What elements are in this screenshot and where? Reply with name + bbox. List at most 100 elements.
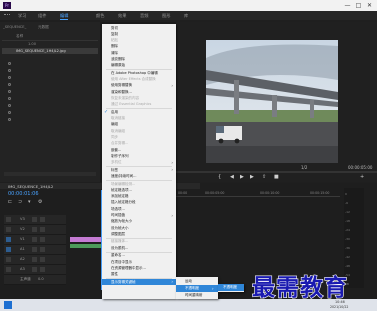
menu-item[interactable]: 渲染和替换... (102, 89, 176, 95)
snap-icon[interactable]: ⊏ (8, 199, 12, 205)
linked-select-icon[interactable]: ⊃ (18, 199, 22, 205)
track-header-v3[interactable]: V3 (4, 215, 66, 225)
submenu-item-motion[interactable]: 运动 (176, 278, 218, 285)
menu-item[interactable]: 设为帧大小 (102, 225, 176, 231)
step-forward-icon[interactable]: ▶ (250, 174, 254, 180)
ruler-label: 00:00 (178, 191, 188, 195)
menu-item[interactable]: 速度/持续时间... (102, 174, 176, 180)
menu-item[interactable]: 场选项... (102, 206, 176, 212)
visibility-icon[interactable] (8, 69, 11, 72)
start-icon[interactable] (4, 301, 12, 309)
audio-clip[interactable] (70, 244, 102, 248)
lift-icon[interactable]: ⇧ (262, 174, 266, 180)
menu-item[interactable]: 编辑原始 (102, 63, 176, 69)
checkmark-icon: ✓ (104, 108, 109, 115)
submenu-item-opacity-param[interactable]: 不透明度 (218, 284, 244, 291)
track-header-master[interactable]: 主声道 0.0 (4, 275, 66, 285)
track-header-a1[interactable]: A1 (4, 245, 66, 255)
menu-item[interactable]: 在项目中显示 (102, 259, 176, 265)
menu-item[interactable]: 标签 › (102, 167, 176, 173)
visibility-icon[interactable] (8, 97, 11, 100)
submenu-arrow-icon: › (171, 279, 173, 285)
menu-item[interactable]: 插入帧定格分段 (102, 200, 176, 206)
submenu-item-opacity[interactable]: 不透明度 › (176, 285, 218, 292)
project-item-row[interactable]: IMG_SEQUENCE_1H4JL2.jpg (2, 48, 98, 54)
workspace-effects[interactable]: 效果 (118, 11, 126, 20)
add-button-icon[interactable]: + (360, 174, 364, 180)
playhead-timecode[interactable]: 00:00:01:06 (8, 191, 39, 197)
metadata-tab[interactable]: 元数据 (38, 25, 49, 30)
workspace-editing[interactable]: 编辑 (60, 11, 69, 20)
marker-icon[interactable]: ▾ (28, 199, 31, 205)
play-icon[interactable]: ▶ (240, 174, 244, 180)
menu-item[interactable]: 制作子序列 (102, 153, 176, 159)
minimize-button[interactable]: — (343, 1, 352, 10)
menu-item[interactable]: 显示剪辑关键帧 › (102, 279, 176, 286)
menu-item[interactable]: 调整图层 (102, 231, 176, 237)
visibility-icon[interactable] (8, 83, 11, 86)
ruler-label: 00:00:15:00 (310, 191, 330, 195)
mark-in-icon[interactable]: { (218, 174, 221, 180)
workspace-graphics[interactable]: 图形 (162, 11, 170, 20)
meter-tick: -42 (345, 255, 350, 259)
opacity-submenu: 不透明度 (218, 284, 244, 292)
visibility-icon[interactable] (8, 76, 11, 79)
menu-item[interactable]: 添加帧定格 (102, 194, 176, 200)
menu-item[interactable]: 时间插值 › (102, 213, 176, 219)
zoom-select[interactable]: 1/2 (301, 165, 307, 170)
project-panel: _SEQUENCE_ 元数据 名称 1.00 IMG_SEQUENCE_1H4J… (0, 22, 100, 182)
menu-item[interactable]: 编组 (102, 122, 176, 128)
step-back-icon[interactable]: ◀ (230, 174, 234, 180)
visibility-icon[interactable] (8, 118, 11, 121)
video-clip[interactable] (70, 237, 102, 242)
menu-item[interactable]: 嵌套... (102, 147, 176, 153)
workspace-libraries[interactable]: 库 (184, 11, 188, 20)
menu-item[interactable]: 波纹删除 (102, 57, 176, 63)
menu-item[interactable]: 使用剪辑替换 › (102, 83, 176, 89)
workspace-learn[interactable]: 学习 (18, 11, 26, 20)
track-label: A3 (20, 267, 25, 271)
track-header-a2[interactable]: A2 (4, 255, 66, 265)
menu-item: 使用 After Effects 合成替换 (111, 77, 156, 82)
project-row-scale: 1.00 (2, 42, 98, 47)
visibility-icon[interactable] (8, 62, 11, 65)
menu-item[interactable]: 设为脱机... (102, 245, 176, 251)
menu-item[interactable]: 在 Adobe Photoshop 中编辑 (102, 70, 176, 76)
track-header-a3[interactable]: A3 (4, 265, 66, 275)
track-header-v1[interactable]: V1 (4, 235, 66, 245)
project-tab[interactable]: _SEQUENCE_ (3, 25, 26, 29)
workspace-color[interactable]: 颜色 (96, 11, 104, 20)
menu-item[interactable]: 帧定格选项... (102, 187, 176, 193)
sequence-tab[interactable]: IMG_SEQUENCE_1H4JL2 (8, 184, 53, 189)
menu-item[interactable]: 属性 (102, 272, 176, 278)
monitor-scrub-bar[interactable] (176, 171, 377, 173)
visibility-icon[interactable] (8, 104, 11, 107)
menu-item[interactable]: 重命名... (102, 253, 176, 259)
workspace-audio[interactable]: 音频 (140, 11, 148, 20)
menu-item: 通过 Essential Graphics (111, 102, 152, 107)
workspace-assembly[interactable]: 组件 (38, 11, 46, 20)
project-scrollbar[interactable] (4, 172, 96, 176)
visibility-icon[interactable] (8, 111, 11, 114)
menu-item[interactable]: 复制 (102, 31, 176, 37)
maximize-button[interactable]: □ (354, 1, 363, 10)
menu-item[interactable]: 缩放为帧大小 (102, 219, 176, 225)
menu-item: 取消链接 (111, 116, 125, 121)
settings-icon[interactable]: ⚙ (38, 199, 42, 205)
menu-item[interactable]: 删除 (102, 44, 176, 50)
close-button[interactable]: ✕ (365, 1, 374, 10)
submenu-item-time-remap[interactable]: 时间重映射 (176, 292, 218, 299)
menu-item[interactable]: 启用 ✓ (102, 109, 176, 115)
submenu-arrow-icon: › (171, 159, 173, 165)
visibility-icon[interactable] (8, 90, 11, 93)
menu-item[interactable]: 剪切 (102, 25, 176, 31)
track-header-v2[interactable]: V2 (4, 225, 66, 235)
master-volume-value[interactable]: 0.0 (38, 277, 44, 281)
menu-item[interactable]: 在资源管理器中显示... (102, 265, 176, 271)
submenu-arrow-icon: › (171, 212, 173, 218)
track-label: V3 (20, 217, 25, 221)
watermark-logo: 最需教育 (251, 273, 348, 301)
export-frame-icon[interactable]: ■ (274, 174, 279, 180)
scale-value: 1.00 (28, 42, 37, 46)
menu-item[interactable]: 清除 (102, 50, 176, 56)
